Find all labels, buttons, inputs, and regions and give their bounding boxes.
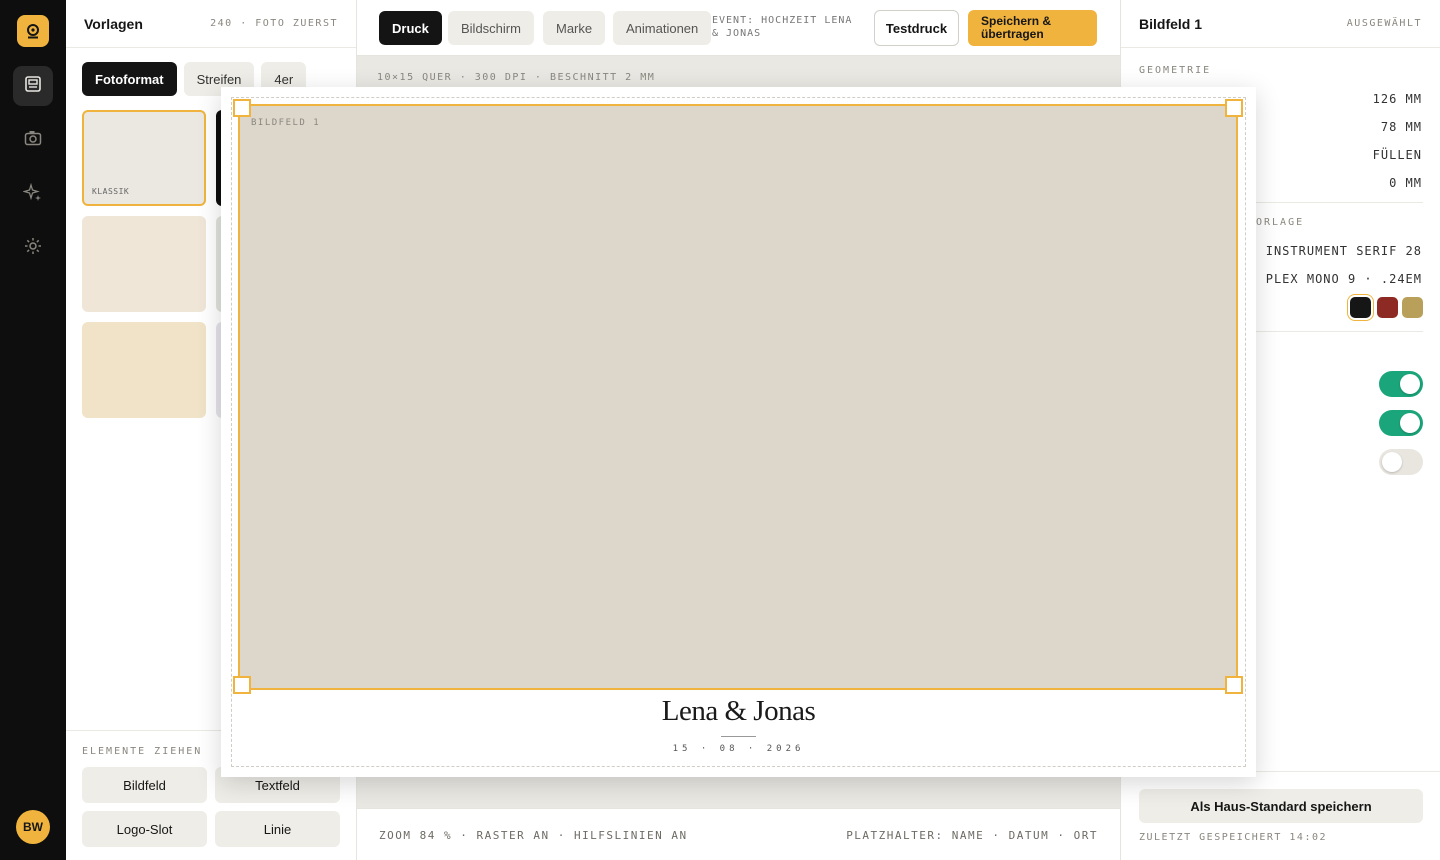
panel-title: Vorlagen bbox=[84, 15, 143, 32]
toggle-2[interactable] bbox=[1379, 410, 1423, 436]
last-saved: ZULETZT GESPEICHERT 14:02 bbox=[1139, 832, 1328, 843]
camera-icon bbox=[23, 128, 43, 153]
camera-nav[interactable] bbox=[13, 120, 53, 160]
selection-state: AUSGEWÄHLT bbox=[1346, 18, 1422, 29]
panel-meta: 240 · FOTO ZUERST bbox=[210, 18, 338, 29]
width-value[interactable]: 126 MM bbox=[1373, 92, 1422, 106]
template-card-klassik[interactable]: KLASSIK bbox=[82, 110, 206, 206]
template-card[interactable] bbox=[82, 216, 206, 312]
settings-nav[interactable] bbox=[13, 228, 53, 268]
tab-bildschirm[interactable]: Bildschirm bbox=[448, 11, 534, 45]
canvas-format-info: 10×15 QUER · 300 DPI · BESCHNITT 2 MM bbox=[377, 72, 656, 83]
element-logo-slot[interactable]: Logo-Slot bbox=[82, 811, 207, 847]
gear-icon bbox=[23, 236, 43, 261]
chip-fotoformat[interactable]: Fotoformat bbox=[82, 62, 177, 96]
event-label: EVENT: HOCHZEIT LENA & JONAS bbox=[712, 15, 853, 39]
element-linie[interactable]: Linie bbox=[215, 811, 340, 847]
template-label: KLASSIK bbox=[92, 187, 130, 196]
typography-heading: ORLAGE bbox=[1256, 217, 1305, 228]
geometry-heading: GEOMETRIE bbox=[1139, 65, 1212, 76]
swatch-gold[interactable] bbox=[1402, 297, 1423, 318]
layout-icon bbox=[23, 74, 43, 99]
inspector-footer: Als Haus-Standard speichern ZULETZT GESP… bbox=[1121, 771, 1440, 860]
swatch-black[interactable] bbox=[1350, 297, 1371, 318]
status-right: PLATZHALTER: NAME · DATUM · ORT bbox=[846, 829, 1098, 842]
photo-field-label: BILDFELD 1 bbox=[251, 118, 321, 128]
app-rail: BW bbox=[0, 0, 66, 860]
save-house-default-button[interactable]: Als Haus-Standard speichern bbox=[1139, 789, 1423, 823]
save-transfer-button[interactable]: Speichern & übertragen bbox=[968, 10, 1097, 46]
tab-marke[interactable]: Marke bbox=[543, 11, 606, 45]
resize-handle-top-right[interactable] bbox=[1225, 99, 1243, 117]
photo-field[interactable]: BILDFELD 1 bbox=[238, 104, 1238, 690]
radius-value[interactable]: 0 MM bbox=[1389, 176, 1422, 190]
toggle-3[interactable] bbox=[1379, 449, 1423, 475]
drag-caption: ELEMENTE ZIEHEN bbox=[82, 746, 203, 757]
editor-toolbar: Druck Bildschirm Marke Animationen EVENT… bbox=[357, 0, 1120, 56]
print-card: BILDFELD 1 Lena & Jonas 15 · 08 · 2026 bbox=[221, 87, 1256, 777]
headline-font-value[interactable]: INSTRUMENT SERIF 28 bbox=[1266, 244, 1422, 258]
camera-logo-icon[interactable] bbox=[17, 15, 49, 47]
template-card[interactable] bbox=[82, 322, 206, 418]
resize-handle-bottom-right[interactable] bbox=[1225, 676, 1243, 694]
tab-animationen[interactable]: Animationen bbox=[613, 11, 712, 45]
status-bar: ZOOM 84 % · RASTER AN · HILFSLINIEN AN P… bbox=[357, 808, 1120, 860]
couple-names[interactable]: Lena & Jonas bbox=[221, 695, 1256, 728]
sparkle-icon bbox=[22, 182, 43, 207]
effects-nav[interactable] bbox=[13, 174, 53, 214]
resize-handle-bottom-left[interactable] bbox=[233, 676, 251, 694]
body-font-value[interactable]: PLEX MONO 9 · .24EM bbox=[1266, 272, 1422, 286]
status-left: ZOOM 84 % · RASTER AN · HILFSLINIEN AN bbox=[379, 829, 688, 842]
height-value[interactable]: 78 MM bbox=[1381, 120, 1422, 134]
templates-nav[interactable] bbox=[13, 66, 53, 106]
tab-druck[interactable]: Druck bbox=[379, 11, 442, 45]
event-date[interactable]: 15 · 08 · 2026 bbox=[221, 744, 1256, 754]
resize-handle-top-left[interactable] bbox=[233, 99, 251, 117]
divider-line bbox=[721, 736, 756, 737]
user-avatar[interactable]: BW bbox=[16, 810, 50, 844]
toggle-1[interactable] bbox=[1379, 371, 1423, 397]
fit-mode-value[interactable]: FÜLLEN bbox=[1373, 148, 1422, 162]
element-bildfeld[interactable]: Bildfeld bbox=[82, 767, 207, 803]
swatch-red[interactable] bbox=[1377, 297, 1398, 318]
test-print-button[interactable]: Testdruck bbox=[874, 10, 959, 46]
inspector-title: Bildfeld 1 bbox=[1139, 15, 1203, 32]
